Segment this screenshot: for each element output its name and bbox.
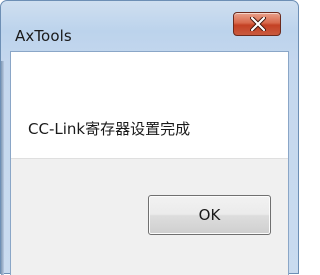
title-bar[interactable]: AxTools — [1, 1, 298, 49]
message-text: CC-Link寄存器设置完成 — [28, 120, 191, 138]
dialog-body: CC-Link寄存器设置完成 OK — [10, 51, 289, 275]
button-bar: OK — [11, 158, 288, 275]
message-dialog: AxTools CC-Link寄存器设置完成 OK — [0, 0, 299, 275]
window-edge — [1, 61, 4, 275]
close-button[interactable] — [233, 12, 281, 36]
ok-button[interactable]: OK — [148, 195, 271, 235]
window-title: AxTools — [15, 27, 72, 45]
close-x-icon — [250, 17, 266, 31]
